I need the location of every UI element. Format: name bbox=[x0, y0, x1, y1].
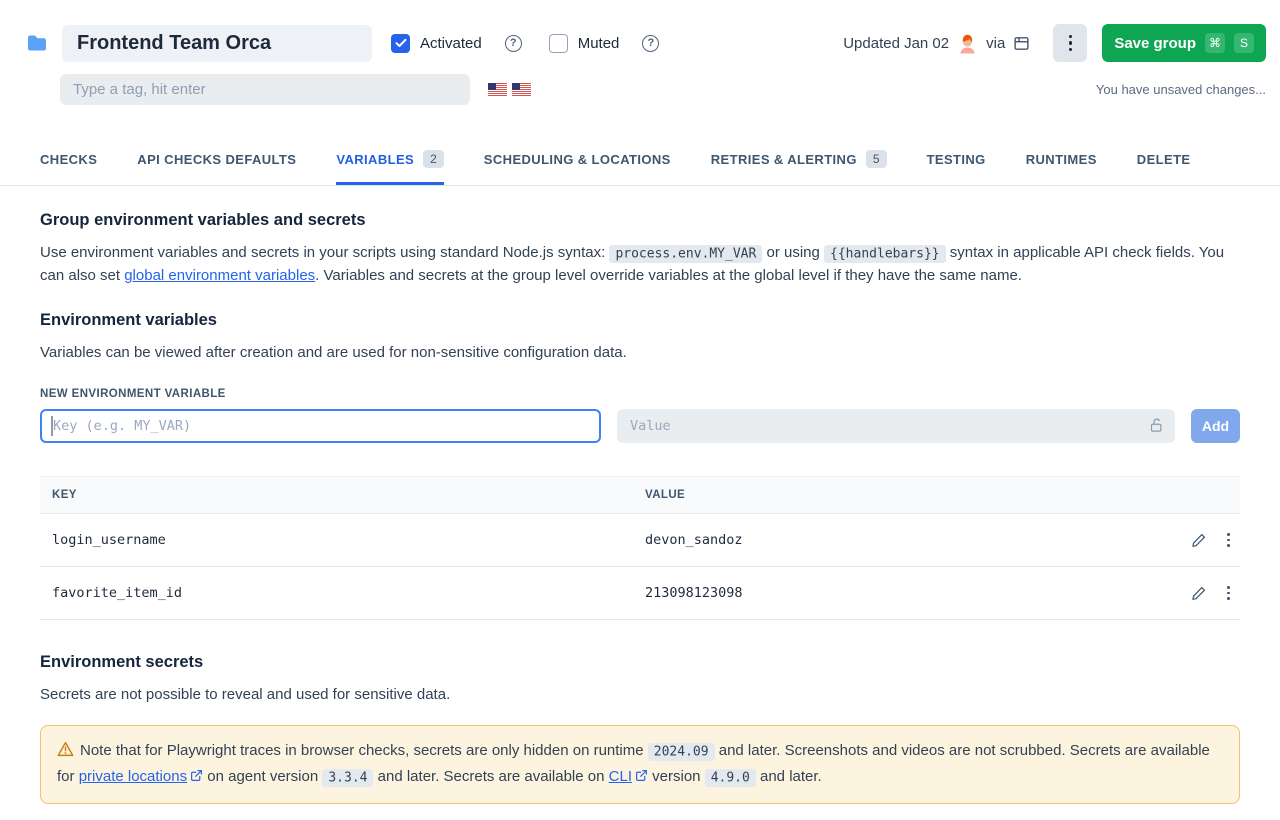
activated-checkbox[interactable] bbox=[391, 34, 410, 53]
variable-menu-button[interactable] bbox=[1221, 529, 1236, 551]
retries-count-badge: 5 bbox=[866, 150, 887, 168]
value-column-header: VALUE bbox=[633, 489, 1144, 501]
text-caret bbox=[51, 416, 53, 436]
muted-help-icon[interactable]: ? bbox=[642, 35, 659, 52]
cli-link[interactable]: CLI bbox=[609, 768, 632, 785]
table-row: favorite_item_id 213098123098 bbox=[40, 567, 1240, 620]
tab-scheduling-locations[interactable]: SCHEDULING & LOCATIONS bbox=[484, 138, 671, 185]
code-handlebars: {{handlebars}} bbox=[824, 245, 946, 263]
save-group-button[interactable]: Save group ⌘ S bbox=[1102, 24, 1266, 62]
s-key-badge: S bbox=[1234, 33, 1254, 53]
external-link-icon bbox=[635, 766, 648, 790]
tab-variables[interactable]: VARIABLES2 bbox=[336, 138, 443, 185]
cmd-key-badge: ⌘ bbox=[1205, 33, 1225, 53]
tab-checks[interactable]: CHECKS bbox=[40, 138, 97, 185]
tab-retries-alerting[interactable]: RETRIES & ALERTING5 bbox=[711, 138, 887, 185]
section-intro: Use environment variables and secrets in… bbox=[40, 242, 1240, 287]
new-variable-form: Add bbox=[40, 409, 1240, 443]
variable-key: favorite_item_id bbox=[40, 585, 633, 601]
private-locations-link[interactable]: private locations bbox=[79, 768, 187, 785]
variable-value-input[interactable] bbox=[617, 409, 1175, 443]
user-avatar bbox=[958, 33, 977, 54]
unlock-icon bbox=[1149, 417, 1164, 439]
new-env-variable-label: NEW ENVIRONMENT VARIABLE bbox=[40, 388, 1240, 400]
variable-value: 213098123098 bbox=[633, 585, 1144, 601]
unsaved-changes-text: You have unsaved changes... bbox=[1096, 82, 1266, 97]
updated-text: Updated Jan 02 bbox=[843, 35, 949, 52]
code-cli-version: 4.9.0 bbox=[705, 769, 756, 787]
code-process-env: process.env.MY_VAR bbox=[609, 245, 762, 263]
table-row: login_username devon_sandoz bbox=[40, 514, 1240, 567]
code-agent-version: 3.3.4 bbox=[322, 769, 373, 787]
tab-testing[interactable]: TESTING bbox=[927, 138, 986, 185]
tag-input[interactable] bbox=[60, 74, 470, 105]
key-column-header: KEY bbox=[40, 489, 633, 501]
page-header: Activated ? Muted ? Updated Jan 02 via bbox=[0, 0, 1280, 105]
muted-group: Muted ? bbox=[549, 34, 660, 53]
settings-tabs: CHECKS API CHECKS DEFAULTS VARIABLES2 SC… bbox=[0, 138, 1280, 186]
env-variables-description: Variables can be viewed after creation a… bbox=[40, 342, 1240, 364]
muted-label: Muted bbox=[578, 35, 620, 52]
env-variables-title: Environment variables bbox=[40, 311, 1240, 330]
variable-key-input[interactable] bbox=[40, 409, 601, 443]
tab-delete[interactable]: DELETE bbox=[1137, 138, 1191, 185]
variables-table: KEY VALUE login_username devon_sandoz fa… bbox=[40, 476, 1240, 620]
edit-variable-button[interactable] bbox=[1187, 528, 1211, 552]
section-title: Group environment variables and secrets bbox=[40, 211, 1240, 230]
secrets-warning-banner: Note that for Playwright traces in brows… bbox=[40, 725, 1240, 804]
code-runtime-version: 2024.09 bbox=[648, 743, 715, 761]
external-link-icon bbox=[190, 766, 203, 790]
folder-icon bbox=[25, 31, 49, 55]
env-secrets-description: Secrets are not possible to reveal and u… bbox=[40, 684, 1240, 706]
edit-variable-button[interactable] bbox=[1187, 581, 1211, 605]
more-actions-button[interactable] bbox=[1053, 24, 1087, 62]
variable-menu-button[interactable] bbox=[1221, 582, 1236, 604]
via-text: via bbox=[986, 35, 1005, 52]
tab-runtimes[interactable]: RUNTIMES bbox=[1026, 138, 1097, 185]
browser-window-icon bbox=[1013, 35, 1030, 52]
save-group-label: Save group bbox=[1114, 35, 1196, 52]
activated-label: Activated bbox=[420, 35, 482, 52]
add-variable-button[interactable]: Add bbox=[1191, 409, 1240, 443]
group-name-input[interactable] bbox=[62, 25, 372, 62]
tab-api-checks-defaults[interactable]: API CHECKS DEFAULTS bbox=[137, 138, 296, 185]
us-flag-icons bbox=[488, 83, 531, 96]
global-env-vars-link[interactable]: global environment variables bbox=[124, 267, 315, 284]
variable-value: devon_sandoz bbox=[633, 532, 1144, 548]
muted-checkbox[interactable] bbox=[549, 34, 568, 53]
activated-help-icon[interactable]: ? bbox=[505, 35, 522, 52]
variables-table-header: KEY VALUE bbox=[40, 477, 1240, 514]
variable-key: login_username bbox=[40, 532, 633, 548]
variables-count-badge: 2 bbox=[423, 150, 444, 168]
variables-panel: Group environment variables and secrets … bbox=[0, 211, 1280, 820]
env-secrets-title: Environment secrets bbox=[40, 653, 1240, 672]
warning-triangle-icon bbox=[57, 741, 74, 765]
activated-group: Activated ? bbox=[391, 34, 522, 53]
